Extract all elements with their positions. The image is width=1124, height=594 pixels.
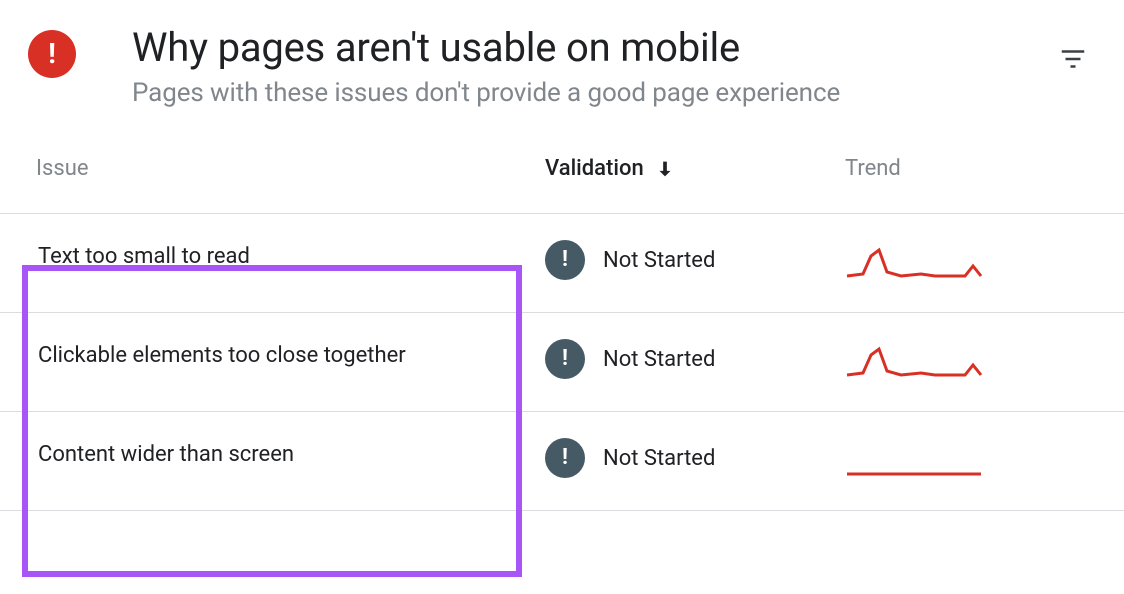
column-header-issue[interactable]: Issue [0, 156, 545, 181]
table-row[interactable]: Content wider than screen ! Not Started [0, 411, 1124, 511]
validation-status: Not Started [603, 446, 715, 471]
filter-button[interactable] [1058, 44, 1088, 74]
trend-sparkline [845, 240, 1124, 286]
issue-name: Content wider than screen [0, 438, 545, 471]
page-header: ! Why pages aren't usable on mobile Page… [0, 0, 1124, 128]
filter-icon [1058, 44, 1088, 74]
column-header-validation[interactable]: Validation [545, 156, 845, 181]
table-row[interactable]: Clickable elements too close together ! … [0, 312, 1124, 411]
trend-sparkline [845, 339, 1124, 385]
issue-name: Text too small to read [0, 240, 545, 273]
validation-status: Not Started [603, 347, 715, 372]
table-row[interactable]: Text too small to read ! Not Started [0, 213, 1124, 312]
status-not-started-icon: ! [545, 240, 585, 280]
page-title: Why pages aren't usable on mobile [132, 24, 1038, 72]
issues-table: Issue Validation Trend Text too small to… [0, 128, 1124, 511]
arrow-down-icon [654, 158, 676, 180]
page-subtitle: Pages with these issues don't provide a … [132, 78, 1038, 108]
trend-sparkline [845, 438, 1124, 484]
validation-status: Not Started [603, 248, 715, 273]
validation-cell: ! Not Started [545, 438, 845, 478]
status-not-started-icon: ! [545, 339, 585, 379]
table-header: Issue Validation Trend [0, 128, 1124, 213]
status-not-started-icon: ! [545, 438, 585, 478]
issue-name: Clickable elements too close together [0, 339, 545, 372]
error-icon: ! [28, 30, 76, 78]
validation-cell: ! Not Started [545, 240, 845, 280]
column-header-trend[interactable]: Trend [845, 156, 1124, 181]
validation-cell: ! Not Started [545, 339, 845, 379]
